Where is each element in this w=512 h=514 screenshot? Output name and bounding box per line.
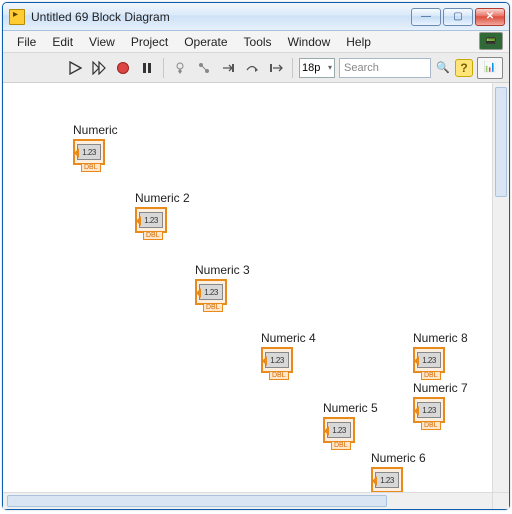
window-title: Untitled 69 Block Diagram — [31, 10, 411, 24]
numeric-node[interactable]: Numeric 1.23DBL — [73, 123, 118, 165]
node-label: Numeric 4 — [261, 331, 316, 345]
node-terminal[interactable]: 1.23DBL — [195, 279, 227, 305]
node-label: Numeric 2 — [135, 191, 190, 205]
numeric-node[interactable]: Numeric 7 1.23DBL — [413, 381, 468, 423]
step-out-icon[interactable] — [266, 58, 286, 78]
node-label: Numeric 6 — [371, 451, 426, 465]
node-label: Numeric 3 — [195, 263, 250, 277]
font-size-selector[interactable]: 18p — [299, 58, 335, 78]
search-icon[interactable]: 🔍 — [435, 61, 451, 74]
app-window: Untitled 69 Block Diagram — ▢ ✕ File Edi… — [2, 2, 510, 510]
diagram-canvas[interactable]: Numeric1.23DBLNumeric 21.23DBLNumeric 31… — [3, 83, 492, 492]
menu-window[interactable]: Window — [280, 33, 339, 51]
menu-file[interactable]: File — [9, 33, 44, 51]
scrollbar-thumb[interactable] — [495, 87, 507, 197]
node-terminal[interactable]: 1.23DBL — [135, 207, 167, 233]
node-terminal[interactable]: 1.23DBL — [261, 347, 293, 373]
menu-operate[interactable]: Operate — [176, 33, 235, 51]
vertical-scrollbar[interactable] — [492, 83, 509, 492]
menu-tools[interactable]: Tools — [236, 33, 280, 51]
menu-project[interactable]: Project — [123, 33, 176, 51]
node-type-badge: DBL — [81, 163, 101, 172]
horizontal-scrollbar[interactable] — [3, 492, 492, 509]
node-label: Numeric 7 — [413, 381, 468, 395]
app-icon — [9, 9, 25, 25]
node-type-badge: DBL — [421, 371, 441, 380]
canvas-area: Numeric1.23DBLNumeric 21.23DBLNumeric 31… — [3, 83, 509, 492]
scrollbar-thumb[interactable] — [7, 495, 387, 507]
node-label: Numeric 8 — [413, 331, 468, 345]
close-button[interactable]: ✕ — [475, 8, 505, 26]
pause-button[interactable] — [137, 58, 157, 78]
abort-button[interactable] — [113, 58, 133, 78]
menu-edit[interactable]: Edit — [44, 33, 81, 51]
node-label: Numeric 5 — [323, 401, 378, 415]
highlight-execution-icon[interactable] — [170, 58, 190, 78]
node-value: 1.23 — [199, 284, 223, 300]
numeric-node[interactable]: Numeric 5 1.23DBL — [323, 401, 378, 443]
menu-view[interactable]: View — [81, 33, 123, 51]
node-terminal[interactable]: 1.23DBL — [371, 467, 403, 492]
maximize-button[interactable]: ▢ — [443, 8, 473, 26]
search-placeholder: Search — [344, 62, 379, 74]
node-terminal[interactable]: 1.23DBL — [413, 347, 445, 373]
numeric-node[interactable]: Numeric 3 1.23DBL — [195, 263, 250, 305]
numeric-node[interactable]: Numeric 6 1.23DBL — [371, 451, 426, 492]
search-input[interactable]: Search — [339, 58, 431, 78]
labview-icon[interactable]: 📊 — [477, 57, 503, 79]
toolbar: 18p Search 🔍 ? 📊 — [3, 53, 509, 83]
node-type-badge: DBL — [269, 371, 289, 380]
node-terminal[interactable]: 1.23DBL — [413, 397, 445, 423]
node-label: Numeric — [73, 123, 118, 137]
menu-help[interactable]: Help — [338, 33, 379, 51]
numeric-node[interactable]: Numeric 4 1.23DBL — [261, 331, 316, 373]
step-over-icon[interactable] — [242, 58, 262, 78]
node-terminal[interactable]: 1.23DBL — [73, 139, 105, 165]
numeric-node[interactable]: Numeric 2 1.23DBL — [135, 191, 190, 233]
node-type-badge: DBL — [143, 231, 163, 240]
node-type-badge: DBL — [203, 303, 223, 312]
node-value: 1.23 — [327, 422, 351, 438]
run-continuous-button[interactable] — [89, 58, 109, 78]
node-terminal[interactable]: 1.23DBL — [323, 417, 355, 443]
node-value: 1.23 — [77, 144, 101, 160]
node-value: 1.23 — [417, 402, 441, 418]
retain-wire-values-icon[interactable] — [194, 58, 214, 78]
numeric-node[interactable]: Numeric 8 1.23DBL — [413, 331, 468, 373]
titlebar[interactable]: Untitled 69 Block Diagram — ▢ ✕ — [3, 3, 509, 31]
help-button[interactable]: ? — [455, 59, 473, 77]
node-value: 1.23 — [417, 352, 441, 368]
menubar: File Edit View Project Operate Tools Win… — [3, 31, 509, 53]
minimize-button[interactable]: — — [411, 8, 441, 26]
step-into-icon[interactable] — [218, 58, 238, 78]
node-type-badge: DBL — [421, 421, 441, 430]
context-help-icon[interactable]: 📟 — [479, 32, 503, 50]
node-value: 1.23 — [375, 472, 399, 488]
node-value: 1.23 — [265, 352, 289, 368]
node-value: 1.23 — [139, 212, 163, 228]
run-button[interactable] — [65, 58, 85, 78]
node-type-badge: DBL — [331, 441, 351, 450]
scroll-corner — [492, 492, 509, 509]
